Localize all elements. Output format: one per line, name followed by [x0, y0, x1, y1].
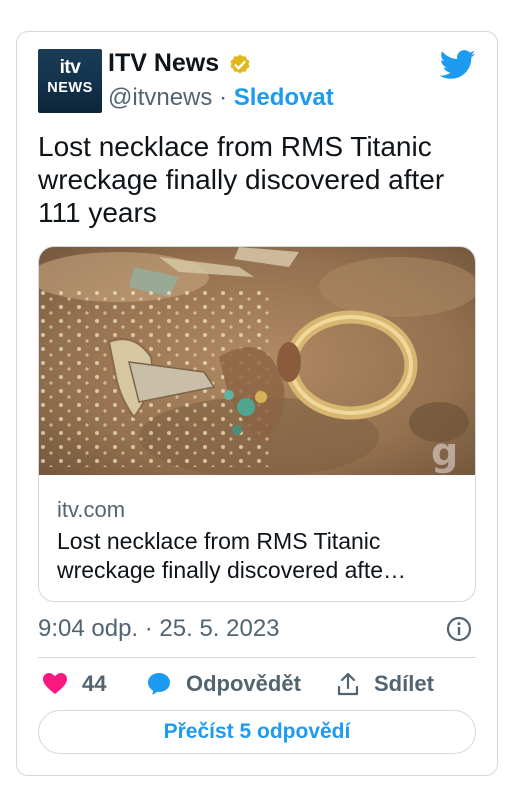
like-count: 44: [82, 671, 107, 696]
tweet-text: Lost necklace from RMS Titanic wreckage …: [38, 131, 445, 228]
avatar-logo-top: itv: [59, 57, 81, 78]
like-button[interactable]: 44: [42, 668, 106, 700]
account-handle[interactable]: @itvnews: [108, 84, 212, 111]
reply-label: Odpovědět: [186, 671, 301, 696]
verified-badge-icon: [230, 54, 250, 74]
follow-button[interactable]: Sledovat: [234, 84, 334, 111]
link-preview-image: g: [39, 247, 475, 475]
share-button[interactable]: Sdílet: [336, 668, 434, 700]
link-preview-card[interactable]: g itv.com Lost necklace from RMS Titanic…: [38, 246, 476, 602]
handle-row: @itvnews · Sledovat: [108, 84, 334, 112]
share-label: Sdílet: [374, 671, 434, 696]
link-title: Lost necklace from RMS Titanic wreckage …: [57, 528, 406, 583]
divider: [38, 657, 476, 658]
tweet-timestamp[interactable]: 9:04 odp. · 25. 5. 2023: [38, 615, 280, 643]
link-domain: itv.com: [57, 497, 126, 522]
watermark-icon: g: [431, 430, 458, 474]
handle-separator: ·: [219, 84, 228, 111]
heart-icon: [43, 673, 67, 694]
reply-button[interactable]: Odpovědět: [146, 668, 301, 700]
avatar-logo-bottom: NEWS: [47, 80, 93, 96]
reply-bubble-icon: [148, 673, 170, 695]
share-icon: [337, 672, 359, 696]
read-replies-button[interactable]: Přečíst 5 odpovědí: [38, 710, 476, 754]
twitter-bird-icon[interactable]: [440, 50, 476, 80]
account-name[interactable]: ITV News: [108, 49, 219, 78]
avatar[interactable]: itv NEWS: [38, 49, 102, 113]
info-icon[interactable]: [446, 616, 472, 642]
